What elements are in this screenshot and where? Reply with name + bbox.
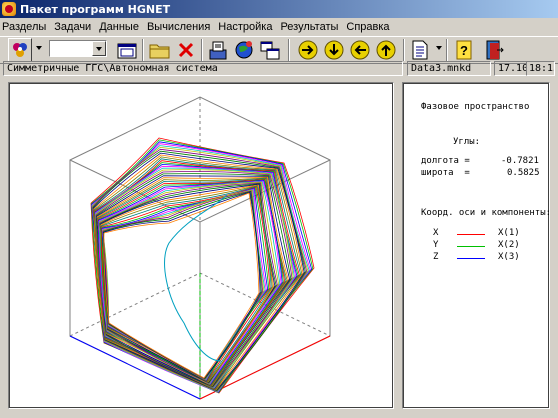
status-row: Симметричные ГГС\Автономная система Data…	[0, 61, 558, 77]
svg-text:?: ?	[460, 43, 468, 58]
window-icon	[117, 43, 137, 59]
arrow-left-icon	[350, 40, 370, 60]
multi-window-button[interactable]	[258, 38, 282, 62]
database-button[interactable]	[206, 38, 230, 62]
toolbar-separator	[403, 39, 405, 61]
arrow-right-icon	[298, 40, 318, 60]
longitude-value: -0.7821	[501, 156, 539, 166]
window-title: Пакет программ HGNET	[20, 2, 171, 16]
latitude-value: 0.5825	[507, 168, 540, 178]
menu-nastroyka[interactable]: Настройка	[214, 21, 276, 33]
legend-component-y: X(2)	[498, 240, 520, 250]
toolbar-combo[interactable]	[49, 40, 107, 57]
toolbar-separator	[201, 39, 203, 61]
palette-button[interactable]	[8, 38, 32, 62]
close-x-icon	[178, 42, 194, 58]
info-heading: Фазовое пространство	[421, 102, 530, 112]
toolbar-separator	[142, 39, 144, 61]
legend-line-x	[457, 234, 485, 235]
legend-line-z	[457, 258, 485, 259]
legend-component-x: X(1)	[498, 228, 520, 238]
window-button[interactable]	[115, 38, 139, 62]
legend-axis-z: Z	[433, 252, 439, 262]
arrow-down-button[interactable]	[322, 38, 346, 62]
multi-window-icon	[260, 41, 280, 60]
open-folder-button[interactable]	[148, 38, 172, 62]
arrow-left-button[interactable]	[348, 38, 372, 62]
latitude-label: широта =	[421, 168, 481, 178]
combo-dropdown-button[interactable]	[92, 41, 106, 56]
status-file: Data3.mnkd	[407, 61, 491, 76]
document-button[interactable]	[408, 38, 432, 62]
arrow-down-icon	[324, 40, 344, 60]
arrow-right-button[interactable]	[296, 38, 320, 62]
app-icon	[2, 2, 16, 16]
axes-title: Коорд. оси и компоненты:	[421, 208, 552, 218]
help-button[interactable]: ?	[452, 38, 476, 62]
status-time: 18:13	[526, 61, 555, 76]
menu-vychisleniya[interactable]: Вычисления	[143, 21, 214, 33]
toolbar: ?	[0, 36, 558, 64]
menu-spravka[interactable]: Справка	[342, 21, 393, 33]
database-icon	[209, 41, 227, 60]
menu-dannye[interactable]: Данные	[95, 21, 143, 33]
longitude-label: долгота =	[421, 156, 476, 166]
document-icon	[412, 40, 428, 60]
menu-zadachi[interactable]: Задачи	[50, 21, 95, 33]
exit-door-icon	[486, 40, 504, 60]
menu-bar: Разделы Задачи Данные Вычисления Настрой…	[0, 18, 558, 36]
exit-button[interactable]	[482, 38, 506, 62]
palette-icon	[13, 43, 27, 57]
title-bar: Пакет программ HGNET	[0, 0, 558, 18]
folder-icon	[149, 44, 170, 59]
info-panel: Фазовое пространство Углы: долгота = -0.…	[402, 82, 552, 409]
menu-razdely[interactable]: Разделы	[0, 21, 50, 33]
plot-panel	[8, 82, 394, 409]
palette-dropdown-arrow[interactable]	[36, 46, 42, 50]
legend-component-z: X(3)	[498, 252, 520, 262]
arrow-up-button[interactable]	[374, 38, 398, 62]
legend-axis-x: X	[433, 228, 439, 238]
toolbar-separator	[446, 39, 448, 61]
toolbar-separator	[288, 39, 290, 61]
globe-icon	[235, 41, 253, 59]
phase-space-plot	[69, 96, 331, 400]
document-dropdown-arrow[interactable]	[436, 46, 442, 50]
menu-rezultaty[interactable]: Результаты	[276, 21, 342, 33]
arrow-up-icon	[376, 40, 396, 60]
angles-title: Углы:	[453, 137, 481, 147]
trajectory-bundle	[90, 137, 315, 394]
close-button[interactable]	[174, 38, 198, 62]
globe-button[interactable]	[232, 38, 256, 62]
help-icon: ?	[456, 40, 472, 60]
legend-line-y	[457, 246, 485, 247]
status-path: Симметричные ГГС\Автономная система	[3, 61, 403, 76]
legend-axis-y: Y	[433, 240, 439, 250]
